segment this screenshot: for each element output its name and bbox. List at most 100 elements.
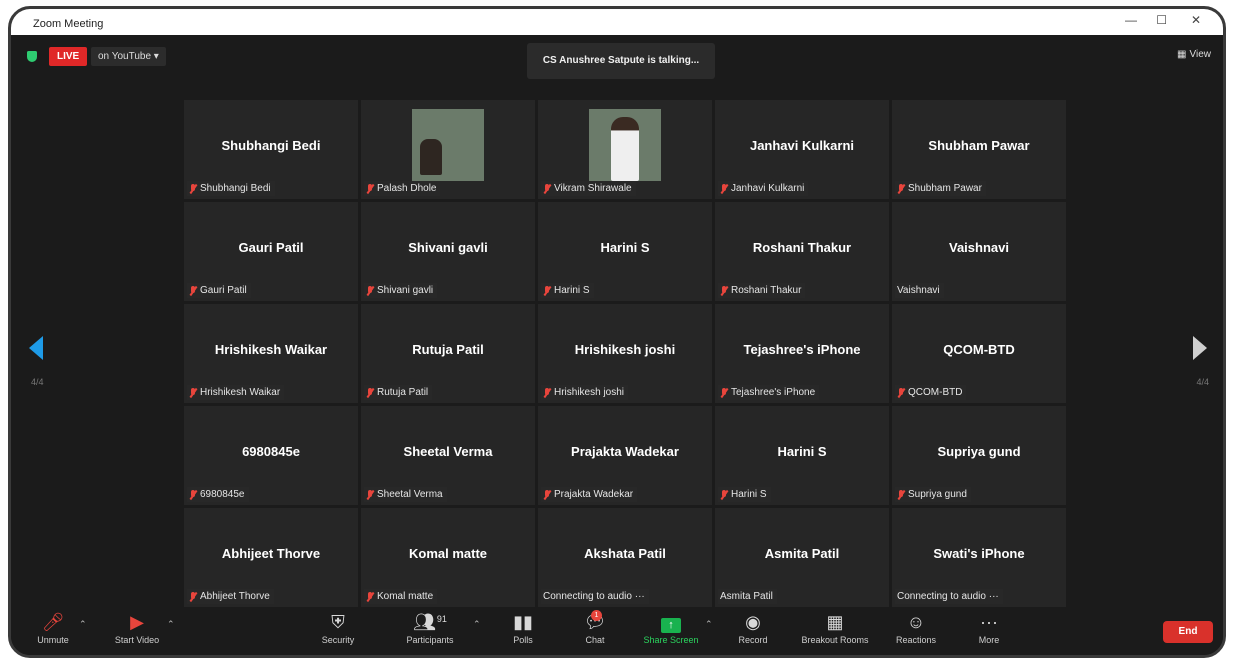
participant-tile[interactable]: Sheetal Verma Sheetal Verma <box>361 406 535 505</box>
polls-button[interactable]: ▮▮ Polls <box>507 611 539 645</box>
participant-tile[interactable]: Hrishikesh Waikar Hrishikesh Waikar <box>184 304 358 403</box>
audio-options-chevron-icon[interactable]: ⌃ <box>79 619 87 630</box>
participant-tile[interactable]: Vikram Shirawale <box>538 100 712 199</box>
end-meeting-button[interactable]: End <box>1163 621 1213 643</box>
microphone-muted-icon <box>189 591 197 602</box>
close-button[interactable]: ✕ <box>1191 13 1201 27</box>
participant-display-name: Harini S <box>600 240 650 255</box>
participants-chevron-icon[interactable]: ⌃ <box>473 619 481 630</box>
participant-tile[interactable]: Tejashree's iPhone Tejashree's iPhone <box>715 304 889 403</box>
unmute-button[interactable]: 🎤︎ Unmute <box>33 611 73 645</box>
zoom-window: Zoom Meeting — ☐ ✕ LIVE on YouTube ▾ CS … <box>8 6 1226 658</box>
microphone-muted-icon <box>366 591 374 602</box>
record-icon: ◉ <box>745 612 761 632</box>
participant-label-text: Sheetal Verma <box>377 489 443 500</box>
participant-tile[interactable]: 6980845e 6980845e <box>184 406 358 505</box>
participant-tile[interactable]: Palash Dhole <box>361 100 535 199</box>
participant-tile[interactable]: Shubham Pawar Shubham Pawar <box>892 100 1066 199</box>
participant-display-name: Abhijeet Thorve <box>221 546 321 561</box>
participant-tile[interactable]: Janhavi Kulkarni Janhavi Kulkarni <box>715 100 889 199</box>
share-screen-button[interactable]: ↑ Share Screen <box>637 611 705 645</box>
bar-chart-icon: ▮▮ <box>513 612 533 632</box>
participant-label-text: Harini S <box>554 285 590 296</box>
participant-label-text: Abhijeet Thorve <box>200 591 270 602</box>
participant-name-label: Sheetal Verma <box>364 487 447 502</box>
video-options-chevron-icon[interactable]: ⌃ <box>167 619 175 630</box>
participant-tile[interactable]: Roshani Thakur Roshani Thakur <box>715 202 889 301</box>
participant-tile[interactable]: Vaishnavi Vaishnavi <box>892 202 1066 301</box>
participant-name-label: Abhijeet Thorve <box>187 589 274 604</box>
participants-icon: 👥︎91 <box>413 612 447 632</box>
participant-tile[interactable]: QCOM-BTD QCOM-BTD <box>892 304 1066 403</box>
page-indicator-right: 4/4 <box>1196 377 1209 387</box>
microphone-muted-icon: 🎤︎ <box>41 612 65 632</box>
participant-tile[interactable]: Supriya gund Supriya gund <box>892 406 1066 505</box>
microphone-muted-icon <box>189 387 197 398</box>
participant-name-label: Prajakta Wadekar <box>541 487 638 502</box>
previous-page-arrow-icon[interactable] <box>29 336 43 360</box>
microphone-muted-icon <box>366 387 374 398</box>
participant-display-name: Janhavi Kulkarni <box>749 138 855 153</box>
participant-tile[interactable]: Swati's iPhone Connecting to audio ··· <box>892 508 1066 607</box>
view-label: View <box>1189 49 1212 60</box>
participant-tile[interactable]: Komal matte Komal matte <box>361 508 535 607</box>
participant-label-text: Prajakta Wadekar <box>554 489 634 500</box>
start-video-button[interactable]: ▶︎ Start Video <box>109 611 165 645</box>
participant-name-label: Asmita Patil <box>718 589 777 604</box>
ellipsis-icon: ··· <box>980 612 998 632</box>
shield-icon[interactable] <box>27 51 37 62</box>
participant-tile[interactable]: Rutuja Patil Rutuja Patil <box>361 304 535 403</box>
microphone-muted-icon <box>720 285 728 296</box>
participant-name-label: Harini S <box>541 283 594 298</box>
participant-tile[interactable]: Shivani gavli Shivani gavli <box>361 202 535 301</box>
participant-display-name: Tejashree's iPhone <box>743 342 861 357</box>
window-title: Zoom Meeting <box>33 18 104 30</box>
participant-tile[interactable]: Asmita Patil Asmita Patil <box>715 508 889 607</box>
participant-tile[interactable]: Abhijeet Thorve Abhijeet Thorve <box>184 508 358 607</box>
record-button[interactable]: ◉ Record <box>733 611 773 645</box>
participant-display-name: Shivani gavli <box>408 240 488 255</box>
participant-label-text: Shivani gavli <box>377 285 434 296</box>
microphone-muted-icon <box>720 183 728 194</box>
more-button[interactable]: ··· More <box>969 611 1009 645</box>
next-page-arrow-icon[interactable] <box>1193 336 1207 360</box>
participant-video <box>589 109 661 181</box>
minimize-button[interactable]: — <box>1125 13 1137 27</box>
participant-name-label: Hrishikesh Waikar <box>187 385 285 400</box>
participants-button[interactable]: 👥︎91 Participants <box>399 611 461 645</box>
participant-display-name: Vaishnavi <box>949 240 1009 255</box>
participant-name-label: Harini S <box>718 487 771 502</box>
active-speaker-banner: CS Anushree Satpute is talking... <box>527 43 715 79</box>
participant-display-name: Hrishikesh Waikar <box>214 342 328 357</box>
participant-name-label: Palash Dhole <box>364 181 441 196</box>
youtube-stream-dropdown[interactable]: on YouTube ▾ <box>91 47 166 66</box>
participant-tile[interactable]: Hrishikesh joshi Hrishikesh joshi <box>538 304 712 403</box>
participant-tile[interactable]: Shubhangi Bedi Shubhangi Bedi <box>184 100 358 199</box>
participant-name-label: Janhavi Kulkarni <box>718 181 809 196</box>
participant-tile[interactable]: Akshata Patil Connecting to audio ··· <box>538 508 712 607</box>
reactions-button[interactable]: ☺︎ Reactions <box>891 611 941 645</box>
chat-button[interactable]: 💬︎ 1 Chat <box>577 610 613 645</box>
maximize-button[interactable]: ☐ <box>1156 13 1167 27</box>
participant-name-label: Rutuja Patil <box>364 385 433 400</box>
page-indicator-left: 4/4 <box>31 377 44 387</box>
participant-display-name: Hrishikesh joshi <box>574 342 676 357</box>
participant-name-label: Roshani Thakur <box>718 283 806 298</box>
chat-unread-badge: 1 <box>591 610 602 621</box>
breakout-rooms-button[interactable]: ▦ Breakout Rooms <box>793 611 877 645</box>
participant-display-name: Sheetal Verma <box>403 444 493 459</box>
participant-tile[interactable]: Harini S Harini S <box>715 406 889 505</box>
participant-tile[interactable]: Gauri Patil Gauri Patil <box>184 202 358 301</box>
participant-label-text: Roshani Thakur <box>731 285 802 296</box>
participant-name-label: Supriya gund <box>895 487 971 502</box>
microphone-muted-icon <box>366 285 374 296</box>
participant-label-text: Vikram Shirawale <box>554 183 632 194</box>
view-button[interactable]: ▦ View <box>1177 49 1211 60</box>
participant-tile[interactable]: Prajakta Wadekar Prajakta Wadekar <box>538 406 712 505</box>
share-options-chevron-icon[interactable]: ⌃ <box>705 619 713 630</box>
live-badge[interactable]: LIVE <box>49 47 88 66</box>
participant-label-text: Harini S <box>731 489 767 500</box>
participant-display-name: Asmita Patil <box>764 546 840 561</box>
security-button[interactable]: ⛨ Security <box>315 611 361 645</box>
participant-tile[interactable]: Harini S Harini S <box>538 202 712 301</box>
